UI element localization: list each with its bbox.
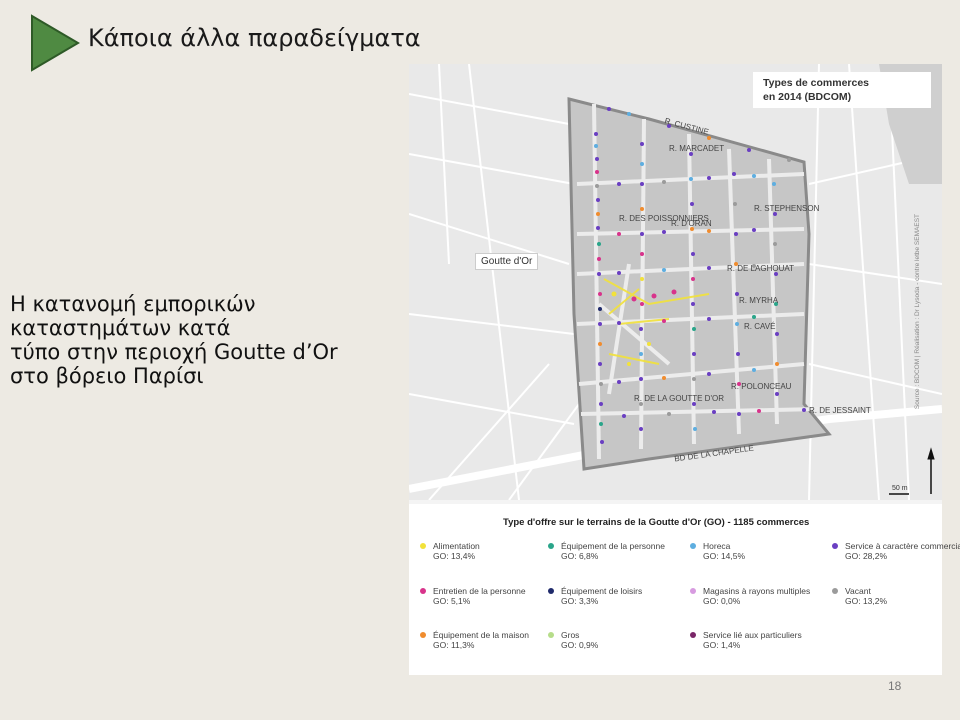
legend-item-value: GO: 0,9% xyxy=(561,640,599,650)
body-line: στο βόρειο Παρίσι xyxy=(10,364,204,388)
legend-color-dot xyxy=(420,543,426,549)
legend-item-label: Gros xyxy=(561,630,580,640)
map-title-line: Types de commerces xyxy=(763,77,870,89)
slide-body-text: Η κατανομή εμπορικών καταστημάτων κατά τ… xyxy=(10,292,405,388)
legend-color-dot xyxy=(832,588,838,594)
legend-item-value: GO: 0,0% xyxy=(703,596,741,606)
scale-label: 50 m xyxy=(892,485,908,492)
legend-item-label: Entretien de la personne xyxy=(433,586,526,596)
play-arrow-icon xyxy=(31,14,80,72)
legend-item-label: Horeca xyxy=(703,541,731,551)
legend-item-value: GO: 28,2% xyxy=(845,551,888,561)
street-label: R. DE JESSAINT xyxy=(809,406,871,415)
street-label: R. DE LA GOUTTE D'OR xyxy=(634,394,724,403)
legend-item-label: Service à caractère commercial xyxy=(845,541,960,551)
legend-color-dot xyxy=(690,588,696,594)
legend-item: Équipement de la personne GO: 6,8% xyxy=(548,541,681,561)
goutte-dor-label: Goutte d'Or xyxy=(475,253,539,270)
legend-item: Service lié aux particuliers GO: 1,4% xyxy=(690,630,823,650)
legend-item-value: GO: 11,3% xyxy=(433,640,475,650)
map-title-line: en 2014 (BDCOM) xyxy=(763,91,852,103)
legend-item: Gros GO: 0,9% xyxy=(548,630,681,650)
map-title: Types de commerces en 2014 (BDCOM) xyxy=(753,72,931,108)
district-map: Types de commerces en 2014 (BDCOM) Goutt… xyxy=(409,64,942,500)
legend-item-value: GO: 13,2% xyxy=(845,596,888,606)
slide-title: Κάποια άλλα παραδείγματα xyxy=(88,24,421,52)
legend-item-label: Service lié aux particuliers xyxy=(703,630,802,640)
page-number: 18 xyxy=(888,679,902,693)
legend-item-label: Alimentation xyxy=(433,541,480,551)
map-drawing xyxy=(409,64,942,500)
map-legend: Type d'offre sur le terrains de la Goutt… xyxy=(409,500,960,675)
legend-color-dot xyxy=(832,543,838,549)
legend-item: Service à caractère commercial GO: 28,2% xyxy=(832,541,960,561)
street-label: R. POLONCEAU xyxy=(731,382,792,391)
legend-color-dot xyxy=(548,632,554,638)
street-label: R. D'ORAN xyxy=(671,219,712,228)
legend-color-dot xyxy=(548,543,554,549)
legend-item: Entretien de la personne GO: 5,1% xyxy=(420,586,553,606)
legend-item-label: Vacant xyxy=(845,586,871,596)
legend-color-dot xyxy=(420,632,426,638)
street-label: R. DE LAGHOUAT xyxy=(727,264,794,273)
map-figure: Types de commerces en 2014 (BDCOM) Goutt… xyxy=(409,64,960,675)
legend-item: Horeca GO: 14,5% xyxy=(690,541,823,561)
legend-item-value: GO: 1,4% xyxy=(703,640,741,650)
legend-color-dot xyxy=(690,632,696,638)
body-line: Η κατανομή εμπορικών xyxy=(10,292,256,316)
legend-title: Type d'offre sur le terrains de la Goutt… xyxy=(503,517,810,528)
street-label: R. MYRHA xyxy=(739,296,779,305)
legend-item: Alimentation GO: 13,4% xyxy=(420,541,553,561)
legend-color-dot xyxy=(548,588,554,594)
legend-item-value: GO: 14,5% xyxy=(703,551,746,561)
legend-item-value: GO: 13,4% xyxy=(433,551,476,561)
legend-color-dot xyxy=(690,543,696,549)
legend-item-label: Équipement de la maison xyxy=(433,630,529,640)
legend-item: Équipement de la maison GO: 11,3% xyxy=(420,630,553,650)
legend-item: Équipement de loisirs GO: 3,3% xyxy=(548,586,681,606)
street-label: R. CAVÉ xyxy=(744,322,776,331)
legend-item-label: Équipement de loisirs xyxy=(561,586,643,596)
legend-item-value: GO: 5,1% xyxy=(433,596,471,606)
street-label: R. MARCADET xyxy=(669,144,725,153)
map-source-credit: Source : BDCOM | Réalisation : Dr Lysoda… xyxy=(914,214,921,410)
legend-item-value: GO: 6,8% xyxy=(561,551,599,561)
legend-item-value: GO: 3,3% xyxy=(561,596,599,606)
legend-item-label: Équipement de la personne xyxy=(561,541,665,551)
legend-color-dot xyxy=(420,588,426,594)
body-line: καταστημάτων κατά xyxy=(10,316,231,340)
legend-item: Magasins à rayons multiples GO: 0,0% xyxy=(690,586,823,606)
street-label: R. STEPHENSON xyxy=(754,204,820,213)
legend-item: Vacant GO: 13,2% xyxy=(832,586,960,606)
north-arrow xyxy=(927,447,935,494)
body-line: τύπο στην περιοχή Goutte d’Or xyxy=(10,340,338,364)
legend-item-label: Magasins à rayons multiples xyxy=(703,586,811,596)
